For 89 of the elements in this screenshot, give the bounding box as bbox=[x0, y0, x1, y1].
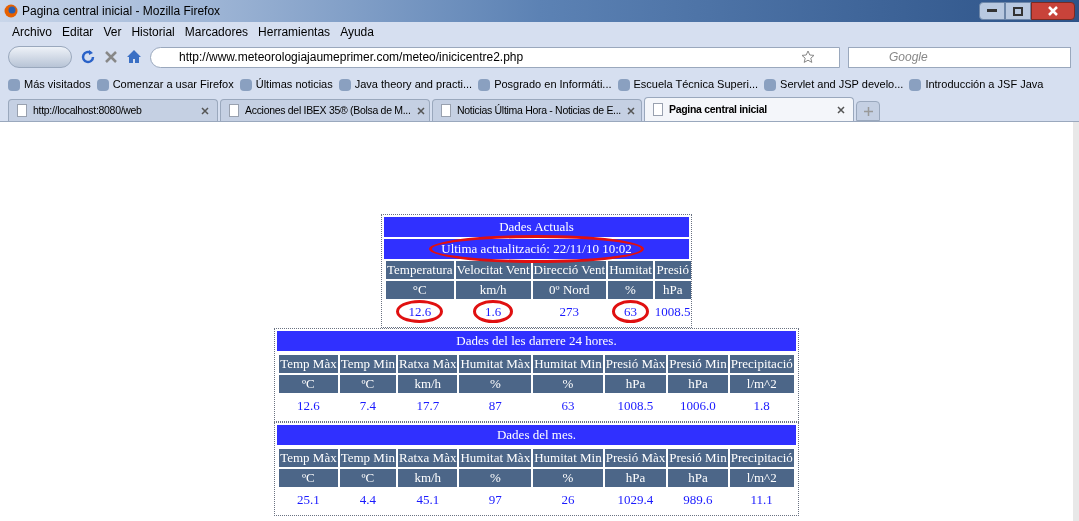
value-cell-text: 1006.0 bbox=[679, 397, 717, 415]
bookmark-item[interactable]: Más visitados bbox=[8, 76, 91, 93]
unit-cell: hPa bbox=[668, 469, 728, 487]
column-header: Presió Màx bbox=[604, 449, 667, 467]
unit-cell: hPa bbox=[668, 375, 728, 393]
column-header: Presió Màx bbox=[604, 355, 667, 373]
unit-cell: % bbox=[459, 469, 532, 487]
value-cell-text: 63 bbox=[560, 397, 576, 415]
unit-cell: km/h bbox=[455, 281, 531, 299]
column-header: Presió Min bbox=[668, 449, 728, 467]
value-text: 63 bbox=[623, 304, 637, 319]
browser-tab[interactable]: Noticias Última Hora - Noticias de E... bbox=[432, 99, 642, 121]
unit-cell: % bbox=[533, 375, 603, 393]
unit-cell: hPa bbox=[604, 469, 667, 487]
browser-tab[interactable]: Pagina central inicial bbox=[644, 97, 854, 121]
value-text: 12.6 bbox=[408, 304, 432, 319]
unit-cell: °C bbox=[386, 281, 454, 299]
unit-cell: hPa bbox=[604, 375, 667, 393]
value-cell-text: 25.1 bbox=[296, 491, 321, 509]
column-header: Temp Màx bbox=[279, 449, 338, 467]
column-header: Temp Min bbox=[339, 449, 397, 467]
unit-cell: ºC bbox=[279, 469, 338, 487]
url-text: http://www.meteorologiajaumeprimer.com/meteo/inicicentre2.php bbox=[179, 49, 524, 66]
column-header: Humitat Màx bbox=[459, 355, 532, 373]
value-cell-text: 1.8 bbox=[752, 397, 771, 415]
value-cell-text: 1029.4 bbox=[616, 491, 655, 509]
unit-cell: % bbox=[608, 281, 653, 299]
value-text: 1.6 bbox=[484, 304, 502, 319]
column-header: Direcció Vent bbox=[532, 261, 607, 279]
unit-cell: km/h bbox=[398, 375, 458, 393]
window-title: Pagina central inicial - Mozilla Firefox bbox=[22, 3, 221, 20]
menu-item[interactable]: Historial bbox=[131, 23, 175, 41]
column-header: Presió bbox=[654, 261, 691, 279]
browser-tab[interactable]: Acciones del IBEX 35® (Bolsa de M... bbox=[220, 99, 430, 121]
column-header: Humitat Màx bbox=[459, 449, 532, 467]
menu-item[interactable]: Ayuda bbox=[340, 23, 374, 41]
column-header: Precipitació bbox=[729, 355, 794, 373]
value-cell-text: 989.6 bbox=[682, 491, 714, 509]
unit-cell: l/m^2 bbox=[729, 375, 794, 393]
column-header: Velocitat Vent bbox=[455, 261, 531, 279]
value-cell-text: 12.6 bbox=[296, 397, 321, 415]
column-header: Humitat Min bbox=[533, 355, 603, 373]
menu-item[interactable]: Editar bbox=[62, 23, 94, 41]
section-title: Dades del les darrere 24 hores. bbox=[277, 331, 796, 351]
column-header: Precipitació bbox=[729, 449, 794, 467]
value-cell-text: 4.4 bbox=[358, 491, 377, 509]
menu-item[interactable]: Marcadores bbox=[184, 23, 249, 41]
menu-item[interactable]: Ver bbox=[103, 23, 122, 41]
section-title: Dades del mes. bbox=[277, 425, 796, 445]
value-text: 1008.5 bbox=[654, 304, 691, 319]
column-header: Ratxa Màx bbox=[398, 355, 458, 373]
value-cell-text: 7.4 bbox=[358, 397, 377, 415]
column-header: Temperatura bbox=[386, 261, 454, 279]
search-field[interactable]: Google bbox=[848, 46, 1071, 68]
value-cell-text: 11.1 bbox=[749, 491, 774, 509]
unit-cell: km/h bbox=[398, 469, 458, 487]
unit-cell: hPa bbox=[654, 281, 691, 299]
column-header: Presió Min bbox=[668, 355, 728, 373]
column-header: Humitat Min bbox=[533, 449, 603, 467]
column-header: Humitat bbox=[608, 261, 653, 279]
unit-cell: l/m^2 bbox=[729, 469, 794, 487]
address-field[interactable]: http://www.meteorologiajaumeprimer.com/meteo/inicicentre2.php bbox=[150, 46, 840, 68]
bookmark-item[interactable]: Posgrado en Informáti... bbox=[478, 76, 612, 93]
bookmark-item[interactable]: Servlet and JSP develo... bbox=[764, 76, 904, 93]
bookmark-item[interactable]: Comenzar a usar Firefox bbox=[96, 76, 234, 93]
browser-tab[interactable]: http://localhost:8080/web bbox=[8, 99, 218, 121]
value-cell-text: 97 bbox=[487, 491, 503, 509]
unit-cell: % bbox=[533, 469, 603, 487]
unit-cell: ºC bbox=[339, 469, 397, 487]
bookmark-item[interactable]: Java theory and practi... bbox=[338, 76, 473, 93]
value-cell-text: 1008.5 bbox=[616, 397, 655, 415]
unit-cell: % bbox=[459, 375, 532, 393]
value-cell-text: 17.7 bbox=[415, 397, 441, 415]
menu-item[interactable]: Herramientas bbox=[258, 23, 331, 41]
unit-cell: 0º Nord bbox=[532, 281, 607, 299]
bookmark-item[interactable]: Introducción a JSF Java bbox=[909, 76, 1044, 93]
bookmark-item[interactable]: Últimas noticias bbox=[239, 76, 333, 93]
value-cell-text: 45.1 bbox=[415, 491, 441, 509]
menu-item[interactable]: Archivo bbox=[12, 23, 52, 41]
value-cell-text: 26 bbox=[560, 491, 576, 509]
bookmark-item[interactable]: Escuela Técnica Superi... bbox=[617, 76, 759, 93]
value-cell-text: 87 bbox=[487, 397, 503, 415]
unit-cell: ºC bbox=[339, 375, 397, 393]
column-header: Temp Min bbox=[339, 355, 397, 373]
column-header: Ratxa Màx bbox=[398, 449, 458, 467]
value-text: 273 bbox=[559, 304, 580, 319]
section-title: Dades Actuals bbox=[384, 217, 689, 237]
column-header: Temp Màx bbox=[279, 355, 338, 373]
unit-cell: ºC bbox=[279, 375, 338, 393]
